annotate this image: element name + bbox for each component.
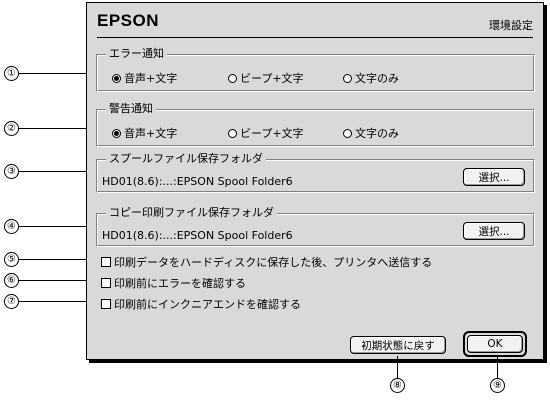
callout-1: ① <box>4 66 19 81</box>
callout-3: ③ <box>4 164 19 179</box>
radio-label: 音声+文字 <box>124 127 178 140</box>
callout-8: ⑧ <box>390 378 405 393</box>
warning-notification-group: 警告通知 音声+文字 ビープ+文字 文字のみ <box>96 102 535 147</box>
callout-9: ⑨ <box>490 378 505 393</box>
checkbox-confirm-ink-near-end[interactable]: 印刷前にインクニアエンドを確認する <box>101 296 301 312</box>
warning-radio-text-only[interactable]: 文字のみ <box>343 125 399 141</box>
radio-label: 文字のみ <box>355 127 399 140</box>
header-divider <box>97 37 533 38</box>
radio-selected-icon <box>112 73 121 83</box>
error-radio-sound-text[interactable]: 音声+文字 <box>112 70 177 86</box>
error-notification-group: エラー通知 音声+文字 ビープ+文字 文字のみ <box>96 47 535 92</box>
warning-radio-sound-text[interactable]: 音声+文字 <box>112 125 177 141</box>
reset-defaults-button[interactable]: 初期状態に戻す <box>350 336 446 354</box>
error-radio-beep-text[interactable]: ビープ+文字 <box>228 70 304 86</box>
callout-7: ⑦ <box>4 294 19 309</box>
ok-button-default-ring: OK <box>463 331 527 357</box>
checkbox-label: 印刷前にインクニアエンドを確認する <box>114 298 301 311</box>
checkbox-empty-icon <box>101 278 111 288</box>
checkbox-empty-icon <box>101 257 111 267</box>
callout-2: ② <box>4 121 19 136</box>
group-label: 警告通知 <box>106 102 156 116</box>
spool-folder-path: HD01(8.6):...:EPSON Spool Folder6 <box>102 175 293 188</box>
copy-folder-group: コピー印刷ファイル保存フォルダ HD01(8.6):...:EPSON Spoo… <box>96 206 535 247</box>
checkbox-label: 印刷データをハードディスクに保存した後、プリンタへ送信する <box>114 256 433 269</box>
copy-folder-select-button[interactable]: 選択... <box>463 222 525 240</box>
radio-label: 文字のみ <box>355 72 399 85</box>
callout-5: ⑤ <box>4 252 19 267</box>
radio-label: 音声+文字 <box>124 72 178 85</box>
callout-6: ⑥ <box>4 273 19 288</box>
checkbox-save-then-send[interactable]: 印刷データをハードディスクに保存した後、プリンタへ送信する <box>101 254 432 270</box>
spool-folder-group: スプールファイル保存フォルダ HD01(8.6):...:EPSON Spool… <box>96 152 535 193</box>
warning-radio-beep-text[interactable]: ビープ+文字 <box>228 125 304 141</box>
radio-selected-icon <box>112 128 121 138</box>
ok-button[interactable]: OK <box>467 335 523 353</box>
radio-label: ビープ+文字 <box>240 72 304 85</box>
radio-empty-icon <box>228 73 237 83</box>
radio-empty-icon <box>343 128 352 138</box>
group-label: スプールファイル保存フォルダ <box>106 152 266 166</box>
spool-folder-select-button[interactable]: 選択... <box>463 168 525 186</box>
copy-folder-path: HD01(8.6):...:EPSON Spool Folder6 <box>102 229 293 242</box>
checkbox-empty-icon <box>101 299 111 309</box>
checkbox-confirm-error[interactable]: 印刷前にエラーを確認する <box>101 275 246 291</box>
radio-empty-icon <box>343 73 352 83</box>
error-radio-text-only[interactable]: 文字のみ <box>343 70 399 86</box>
callout-9-leader <box>497 356 498 378</box>
callout-4: ④ <box>4 219 19 234</box>
group-label: コピー印刷ファイル保存フォルダ <box>106 206 277 220</box>
group-label: エラー通知 <box>106 47 167 61</box>
dialog-title: 環境設定 <box>489 19 533 32</box>
callout-8-leader <box>397 356 398 378</box>
epson-logo: EPSON <box>97 11 160 30</box>
preferences-dialog: EPSON 環境設定 エラー通知 音声+文字 ビープ+文字 文字のみ 警告通知 … <box>86 2 544 360</box>
radio-label: ビープ+文字 <box>240 127 304 140</box>
radio-empty-icon <box>228 128 237 138</box>
checkbox-label: 印刷前にエラーを確認する <box>114 277 246 290</box>
